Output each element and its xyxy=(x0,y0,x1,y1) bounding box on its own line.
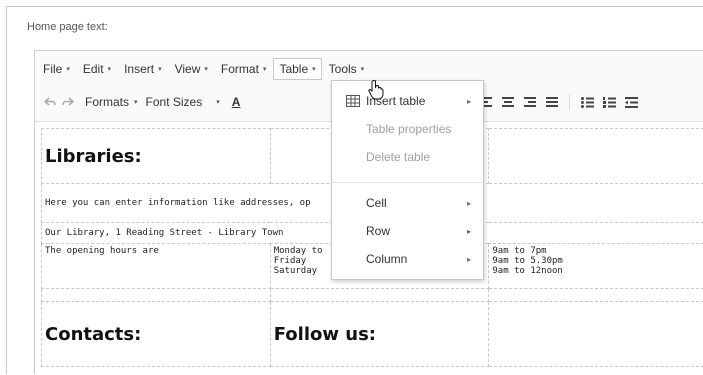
table-cell[interactable]: Contacts: xyxy=(42,302,271,367)
align-right-icon[interactable] xyxy=(519,91,541,113)
table-cell[interactable]: 9am to 7pm 9am to 5.30pm 9am to 12noon xyxy=(489,244,703,289)
chevron-down-icon: ▾ xyxy=(204,65,208,73)
chevron-right-icon: ▸ xyxy=(467,97,471,106)
menu-table[interactable]: Table ▾ xyxy=(273,58,321,80)
chevron-down-icon: ▾ xyxy=(66,65,70,73)
menu-edit-label: Edit xyxy=(83,62,104,76)
chevron-down-icon: ▾ xyxy=(158,65,162,73)
align-justify-icon[interactable] xyxy=(541,91,563,113)
numbered-list-icon[interactable] xyxy=(598,91,620,113)
undo-icon[interactable] xyxy=(41,97,59,107)
menu-view[interactable]: View▾ xyxy=(175,59,208,79)
column-label: Column xyxy=(366,252,407,266)
chevron-right-icon: ▸ xyxy=(467,255,471,264)
insert-table-item[interactable]: Insert table ▸ xyxy=(332,91,483,111)
column-item[interactable]: Column ▸ xyxy=(332,249,483,269)
table-row xyxy=(42,289,703,302)
table-properties-label: Table properties xyxy=(366,122,451,136)
font-color-icon[interactable]: A xyxy=(232,95,241,109)
menu-table-label: Table xyxy=(279,62,308,76)
row-item[interactable]: Row ▸ xyxy=(332,221,483,241)
table-cell[interactable] xyxy=(489,129,703,184)
delete-table-label: Delete table xyxy=(366,150,430,164)
alignment-toolbar xyxy=(475,91,642,113)
follow-us-heading: Follow us: xyxy=(274,324,376,345)
table-menu-dropdown: Insert table ▸ Table properties Delete t… xyxy=(331,80,484,280)
font-color-letter: A xyxy=(232,95,241,109)
table-cell[interactable]: Follow us: xyxy=(270,302,489,367)
formats-dropdown[interactable]: Formats ▾ xyxy=(85,95,138,109)
section-heading: Home page text: xyxy=(27,21,108,33)
menu-file[interactable]: File ▾ xyxy=(43,59,70,79)
opening-hours-label: The opening hours are xyxy=(45,246,159,256)
chevron-down-icon: ▾ xyxy=(312,65,316,73)
address-text: Our Library, 1 Reading Street - Library … xyxy=(45,228,283,238)
toolbar-divider xyxy=(569,94,570,110)
table-cell[interactable]: Libraries: xyxy=(42,129,271,184)
menu-tools-label: Tools xyxy=(329,62,357,76)
bullet-list-icon[interactable] xyxy=(576,91,598,113)
menu-insert[interactable]: Insert ▾ xyxy=(124,59,162,79)
table-cell[interactable] xyxy=(270,289,489,302)
font-sizes-label: Font Sizes xyxy=(146,95,203,109)
chevron-right-icon: ▸ xyxy=(467,227,471,236)
formats-label: Formats xyxy=(85,95,129,109)
table-properties-item[interactable]: Table properties xyxy=(332,119,483,139)
intro-text: Here you can enter information like addr… xyxy=(45,198,311,208)
outdent-icon[interactable] xyxy=(620,91,642,113)
libraries-heading: Libraries: xyxy=(45,146,142,167)
menu-view-label: View xyxy=(175,62,201,76)
cell-label: Cell xyxy=(366,196,387,210)
delete-table-item[interactable]: Delete table xyxy=(332,147,483,167)
menu-format[interactable]: Format ▾ xyxy=(221,59,267,79)
menu-divider xyxy=(332,182,483,183)
chevron-down-icon: ▾ xyxy=(108,65,112,73)
toolbar: Formats ▾ Font Sizes ▾ A xyxy=(41,91,240,113)
chevron-down-icon: ▾ xyxy=(134,98,138,106)
menu-edit[interactable]: Edit ▾ xyxy=(83,59,111,79)
menu-format-label: Format xyxy=(221,62,259,76)
table-cell[interactable] xyxy=(489,289,703,302)
chevron-down-icon: ▾ xyxy=(263,65,267,73)
align-center-icon[interactable] xyxy=(497,91,519,113)
chevron-down-icon: ▾ xyxy=(361,65,365,73)
hours-value: 9am to 5.30pm xyxy=(492,256,700,266)
table-row: Contacts: Follow us: xyxy=(42,302,703,367)
table-grid-icon xyxy=(346,95,360,110)
chevron-down-icon: ▾ xyxy=(216,98,220,106)
contacts-heading: Contacts: xyxy=(45,324,141,345)
hand-cursor-icon xyxy=(368,80,384,105)
table-cell[interactable]: The opening hours are xyxy=(42,244,271,289)
chevron-right-icon: ▸ xyxy=(467,199,471,208)
row-label: Row xyxy=(366,224,390,238)
redo-icon[interactable] xyxy=(59,97,77,107)
table-cell[interactable] xyxy=(489,302,703,367)
hours-value: 9am to 7pm xyxy=(492,246,700,256)
menu-tools[interactable]: Tools ▾ xyxy=(329,59,365,79)
table-cell[interactable] xyxy=(42,289,271,302)
font-sizes-dropdown[interactable]: Font Sizes ▾ xyxy=(146,95,220,109)
menu-insert-label: Insert xyxy=(124,62,154,76)
hours-value: 9am to 12noon xyxy=(492,266,700,276)
menu-file-label: File xyxy=(43,62,62,76)
cell-item[interactable]: Cell ▸ xyxy=(332,193,483,213)
menubar: File▾ Edit▾ Insert▾ View▾ Format▾ Table▾… xyxy=(43,59,377,79)
